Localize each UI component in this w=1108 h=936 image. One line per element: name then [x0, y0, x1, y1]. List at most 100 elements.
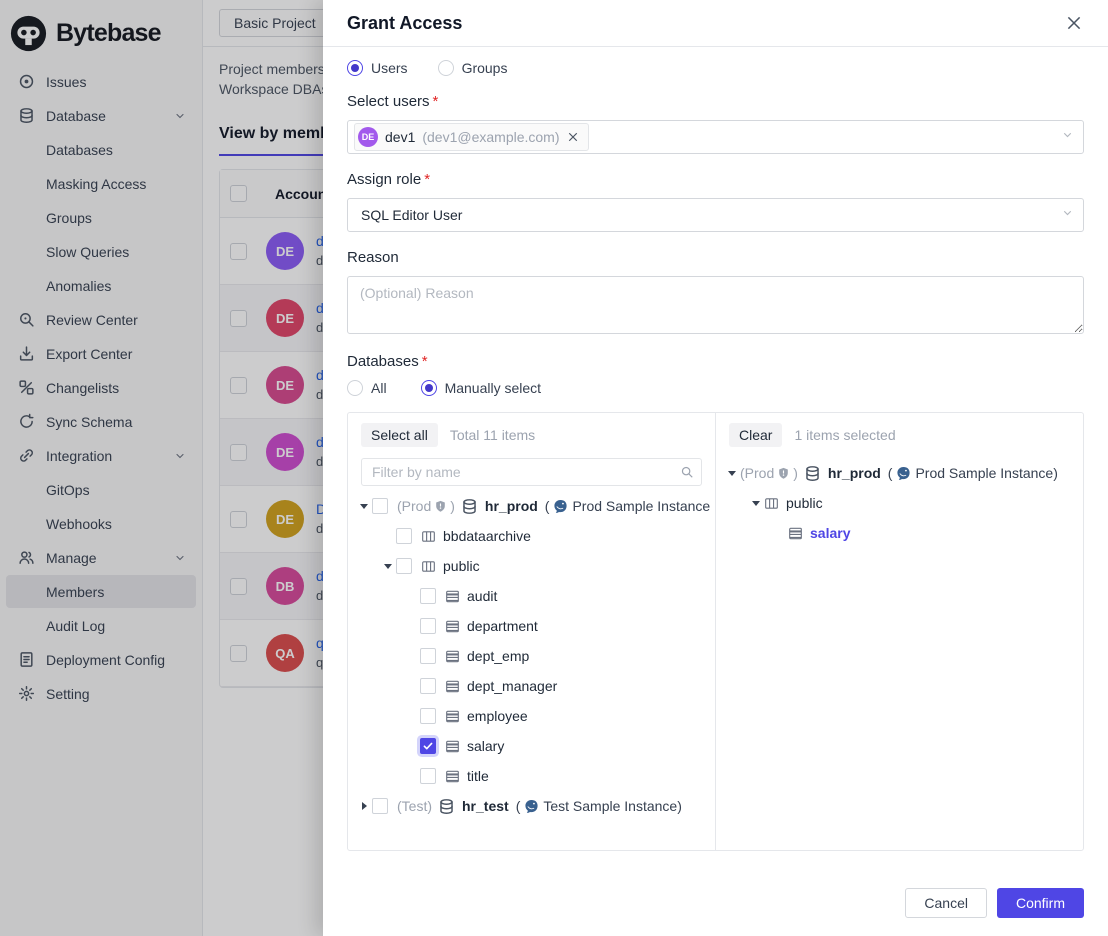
radio-member-type-users[interactable]: Users: [347, 60, 408, 76]
selected-user-chip: DE dev1 (dev1@example.com): [354, 123, 589, 151]
node-name: salary: [467, 738, 504, 754]
node-name: bbdataarchive: [443, 528, 531, 544]
databases-label: Databases*: [347, 353, 1084, 370]
checkbox[interactable]: [372, 798, 388, 814]
tree-row-dept-manager[interactable]: dept_manager: [348, 671, 715, 701]
confirm-button[interactable]: Confirm: [997, 888, 1084, 918]
checkbox[interactable]: [420, 588, 436, 604]
schema-icon: [421, 559, 436, 574]
tree-row-employee[interactable]: employee: [348, 701, 715, 731]
database-picker: Select all Total 11 items (Prod ) hr_prod…: [347, 412, 1084, 851]
select-all-button[interactable]: Select all: [361, 423, 438, 447]
checkbox[interactable]: [372, 498, 388, 514]
radio-label: Users: [371, 60, 408, 76]
tree-row-hr-prod[interactable]: (Prod ) hr_prod (Prod Sample Instance): [716, 458, 1083, 488]
select-users-input[interactable]: DE dev1 (dev1@example.com): [347, 120, 1084, 154]
selected-count-label: 1 items selected: [794, 427, 895, 443]
assign-role-select[interactable]: SQL Editor User: [347, 198, 1084, 232]
instance-label: (Prod Sample Instance): [888, 465, 1058, 481]
tree-row-public[interactable]: public: [348, 551, 715, 581]
caret-spacer: [404, 731, 420, 761]
environment-label: (Test): [397, 798, 432, 814]
checkbox[interactable]: [420, 618, 436, 634]
table-icon: [445, 679, 460, 694]
checkbox[interactable]: [420, 768, 436, 784]
radio-icon[interactable]: [347, 60, 363, 76]
instance-label: (Prod Sample Instance: [545, 498, 710, 514]
tree-row-hr-prod[interactable]: (Prod ) hr_prod (Prod Sample Instance: [348, 491, 715, 521]
user-avatar: DE: [358, 127, 378, 147]
cancel-button[interactable]: Cancel: [905, 888, 987, 918]
tree-row-hr-test[interactable]: (Test)hr_test(Test Sample Instance): [348, 791, 715, 821]
tree-row-salary[interactable]: salary: [348, 731, 715, 761]
table-icon: [788, 526, 803, 541]
picker-selected-pane: Clear 1 items selected (Prod )hr_prod(Pr…: [716, 413, 1083, 850]
total-items-label: Total 11 items: [450, 427, 535, 443]
node-name: department: [467, 618, 538, 634]
tree-row-dept-emp[interactable]: dept_emp: [348, 641, 715, 671]
required-asterisk: *: [424, 171, 430, 188]
caret-down-icon[interactable]: [356, 491, 372, 521]
tree-row-bbdataarchive[interactable]: bbdataarchive: [348, 521, 715, 551]
environment-label: (Prod ): [397, 498, 455, 514]
caret-down-icon[interactable]: [748, 488, 764, 518]
checkbox[interactable]: [420, 678, 436, 694]
tree-row-title[interactable]: title: [348, 761, 715, 791]
radio-icon[interactable]: [421, 380, 437, 396]
node-name: hr_prod: [485, 498, 538, 514]
selected-tree: (Prod ) hr_prod (Prod Sample Instance) publ…: [716, 456, 1083, 850]
table-icon: [445, 589, 460, 604]
chevron-down-icon: [1061, 128, 1074, 146]
modal-overlay[interactable]: [0, 0, 323, 936]
required-asterisk: *: [433, 93, 439, 110]
checkbox[interactable]: [420, 738, 436, 754]
radio-db-scope-all[interactable]: All: [347, 380, 387, 396]
checkbox[interactable]: [420, 648, 436, 664]
reason-textarea[interactable]: [347, 276, 1084, 334]
caret-down-icon[interactable]: [380, 551, 396, 581]
assign-role-label: Assign role*: [347, 171, 1084, 188]
tree-row-salary[interactable]: salary: [716, 518, 1083, 548]
filter-by-name-input[interactable]: [361, 458, 702, 486]
picker-source-pane: Select all Total 11 items (Prod ) hr_prod…: [348, 413, 716, 850]
source-toolbar: Select all Total 11 items: [348, 423, 715, 447]
checkbox[interactable]: [396, 558, 412, 574]
clear-button[interactable]: Clear: [729, 423, 782, 447]
checkbox[interactable]: [420, 708, 436, 724]
postgres-icon: [553, 499, 568, 514]
radio-icon[interactable]: [347, 380, 363, 396]
radio-icon[interactable]: [438, 60, 454, 76]
node-name: audit: [467, 588, 497, 604]
postgres-icon: [524, 799, 539, 814]
app: Bytebase IssuesDatabaseDatabasesMasking …: [0, 0, 1108, 936]
instance-label: (Test Sample Instance): [516, 798, 682, 814]
radio-member-type-groups[interactable]: Groups: [438, 60, 508, 76]
modal-body: UsersGroups Select users* DE dev1 (dev1@…: [323, 47, 1108, 877]
radio-db-scope-manually-select[interactable]: Manually select: [421, 380, 542, 396]
node-name: public: [786, 495, 823, 511]
table-icon: [445, 769, 460, 784]
caret-spacer: [772, 518, 788, 548]
table-icon: [445, 649, 460, 664]
close-icon[interactable]: [1064, 13, 1084, 33]
caret-right-icon[interactable]: [356, 791, 372, 821]
database-icon: [804, 465, 821, 482]
reason-label: Reason: [347, 249, 1084, 266]
remove-user-icon[interactable]: [567, 131, 579, 143]
caret-spacer: [404, 701, 420, 731]
search-icon: [680, 465, 694, 479]
checkbox[interactable]: [396, 528, 412, 544]
tree-row-public[interactable]: public: [716, 488, 1083, 518]
radio-label: All: [371, 380, 387, 396]
radio-label: Manually select: [445, 380, 542, 396]
tree-row-department[interactable]: department: [348, 611, 715, 641]
caret-down-icon[interactable]: [724, 458, 740, 488]
tree-row-audit[interactable]: audit: [348, 581, 715, 611]
caret-spacer: [404, 581, 420, 611]
node-name: dept_emp: [467, 648, 529, 664]
environment-label: (Prod ): [740, 465, 798, 481]
node-name: employee: [467, 708, 528, 724]
table-icon: [445, 739, 460, 754]
radio-label: Groups: [462, 60, 508, 76]
node-name: hr_prod: [828, 465, 881, 481]
